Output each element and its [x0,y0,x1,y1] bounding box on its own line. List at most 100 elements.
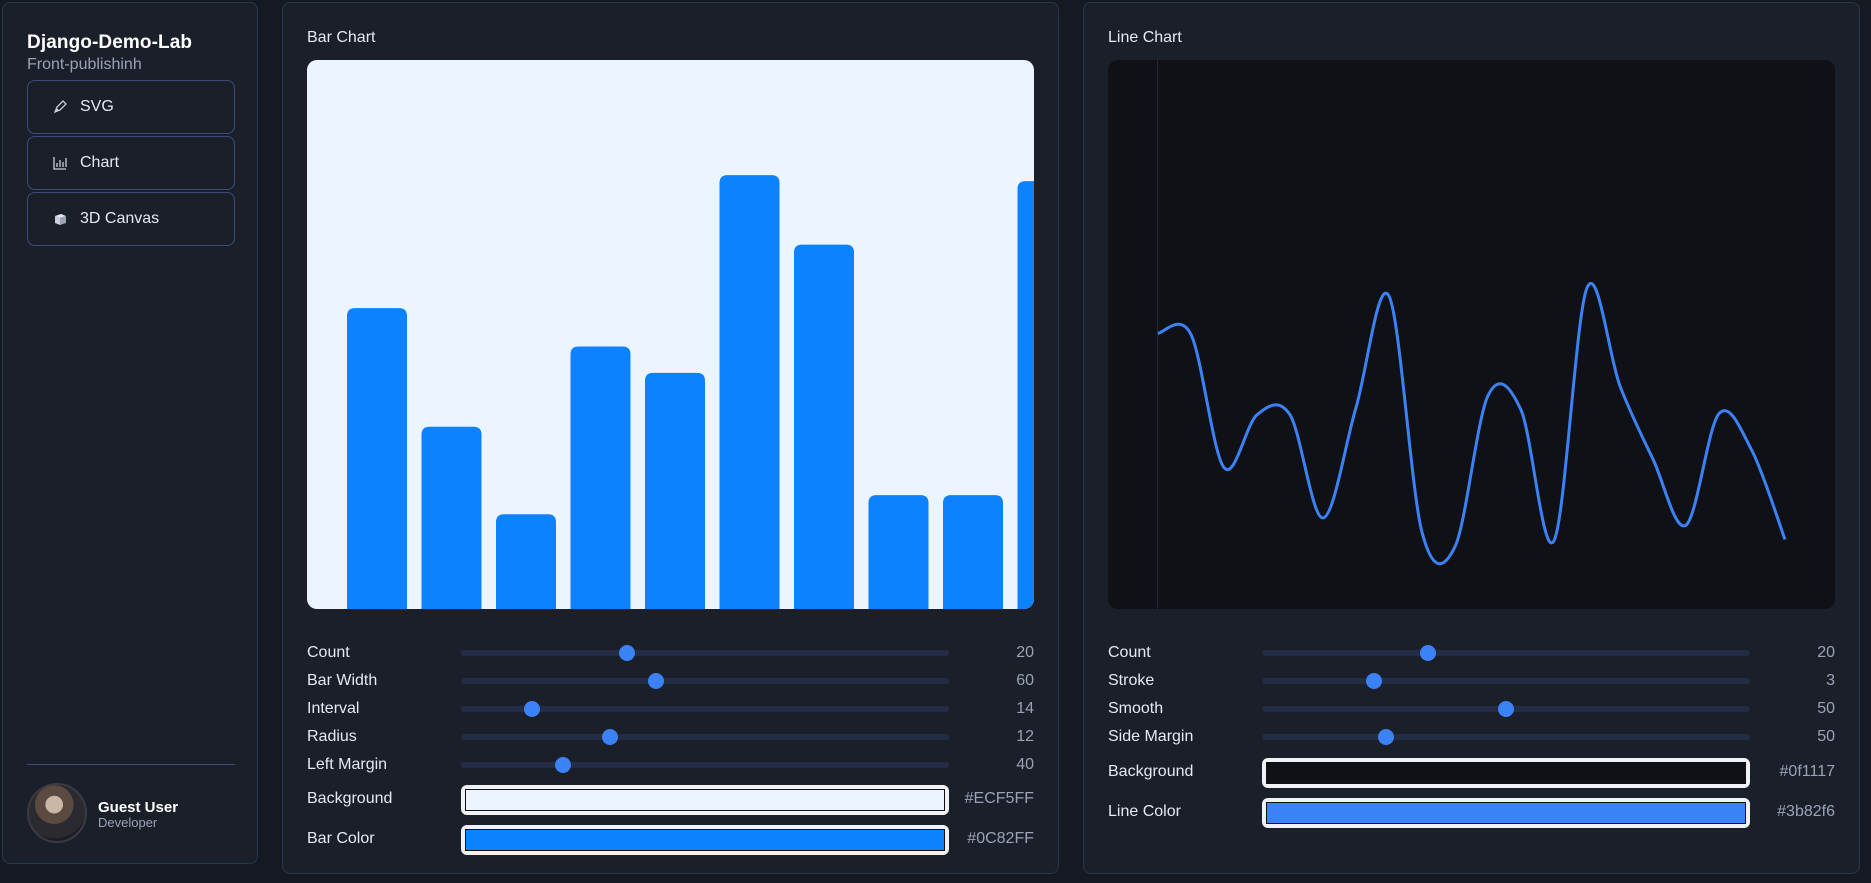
sidebar-divider [27,764,235,765]
control-value: 20 [1817,644,1835,661]
bar-chart-canvas [307,60,1034,609]
control-background-color: Background #ECF5FF [307,785,1034,815]
user-name: Guest User [98,799,179,816]
slider-thumb[interactable] [618,645,635,661]
line-chart-canvas [1108,60,1835,609]
control-count: Count 20 [307,641,1034,665]
slider-thumb[interactable] [1378,729,1395,745]
control-label: Line Color [1108,803,1181,820]
control-label: Background [1108,763,1194,780]
smooth-slider[interactable] [1262,701,1750,717]
control-stroke: Stroke 3 [1108,669,1835,693]
side-margin-slider[interactable] [1262,729,1750,745]
control-label: Interval [307,700,360,717]
bar-chart [307,60,1034,609]
control-bar-color: Bar Color #0C82FF [307,825,1034,855]
bar [421,426,482,609]
bar-chart-title: Bar Chart [307,29,376,46]
control-value: 50 [1817,728,1835,745]
control-bar-width: Bar Width 60 [307,669,1034,693]
interval-slider[interactable] [461,701,949,717]
control-left-margin: Left Margin 40 [307,753,1034,777]
bar [868,495,929,609]
line-chart [1108,60,1835,609]
bar [570,346,631,609]
nav-item-3d-canvas[interactable]: 3D Canvas [27,192,235,246]
control-label: Bar Color [307,830,375,847]
app-subtitle: Front-publishinh [27,56,142,73]
control-label: Count [1108,644,1151,661]
nav-item-label: Chart [80,154,120,171]
background-color-picker[interactable] [1262,758,1750,788]
control-line-color: Line Color #3b82f6 [1108,798,1835,828]
control-value: #3b82f6 [1777,803,1835,820]
line-color-picker[interactable] [1262,798,1750,828]
control-label: Background [307,790,393,807]
bar [496,514,556,609]
control-side-margin: Side Margin 50 [1108,725,1835,749]
bar [1017,181,1034,609]
left-margin-slider[interactable] [461,757,949,773]
color-swatch-fill [1266,802,1746,824]
control-value: #ECF5FF [964,790,1034,807]
line-chart-background [1108,60,1835,609]
control-value: 3 [1826,672,1835,689]
control-background-color: Background #0f1117 [1108,758,1835,788]
chart-icon [52,155,68,171]
app-title: Django-Demo-Lab [27,32,193,53]
count-slider[interactable] [1262,645,1750,661]
control-value: 40 [1016,756,1034,773]
line-chart-panel: Line Chart Count 20 Stroke 3 Smooth 50 S… [1083,2,1860,874]
cube-icon [52,211,68,227]
control-value: 12 [1016,728,1034,745]
bar [943,495,1003,609]
slider-thumb[interactable] [601,729,618,745]
control-value: 14 [1016,700,1034,717]
control-label: Radius [307,728,357,745]
control-smooth: Smooth 50 [1108,697,1835,721]
slider-thumb[interactable] [523,701,540,717]
control-count: Count 20 [1108,641,1835,665]
slider-thumb[interactable] [648,673,665,689]
slider-thumb[interactable] [1498,701,1514,717]
bar-color-picker[interactable] [461,825,949,855]
control-value: 60 [1016,672,1034,689]
nav-item-chart[interactable]: Chart [27,136,235,190]
background-color-picker[interactable] [461,785,949,815]
control-label: Left Margin [307,756,388,773]
control-label: Smooth [1108,700,1164,717]
stroke-slider[interactable] [1262,673,1750,689]
color-swatch-fill [1266,762,1746,784]
control-label: Side Margin [1108,728,1194,745]
bar-chart-panel: Bar Chart Count 20 Bar Width 60 Interval… [282,2,1059,874]
control-label: Bar Width [307,672,378,689]
count-slider[interactable] [461,645,949,661]
nav-item-label: 3D Canvas [80,210,160,227]
bar [645,372,705,609]
control-interval: Interval 14 [307,697,1034,721]
bar [794,244,854,609]
bar-width-slider[interactable] [461,673,949,689]
sidebar: Django-Demo-Lab Front-publishinh SVG Cha… [2,2,258,864]
color-swatch-fill [465,789,945,811]
bar [347,308,407,609]
control-value: #0C82FF [967,830,1034,847]
nav-item-svg[interactable]: SVG [27,80,235,134]
bar [719,175,780,609]
control-value: 50 [1817,700,1835,717]
control-radius: Radius 12 [307,725,1034,749]
avatar[interactable] [27,783,87,843]
nav-item-label: SVG [80,98,114,115]
slider-thumb[interactable] [1419,645,1436,661]
color-swatch-fill [465,829,945,851]
control-label: Stroke [1108,672,1155,689]
line-chart-title: Line Chart [1108,29,1182,46]
control-value: 20 [1016,644,1034,661]
radius-slider[interactable] [461,729,949,745]
slider-thumb[interactable] [555,757,572,773]
pen-icon [52,99,68,115]
user-role: Developer [98,815,158,830]
control-label: Count [307,644,350,661]
control-value: #0f1117 [1779,763,1835,780]
slider-thumb[interactable] [1366,673,1383,689]
